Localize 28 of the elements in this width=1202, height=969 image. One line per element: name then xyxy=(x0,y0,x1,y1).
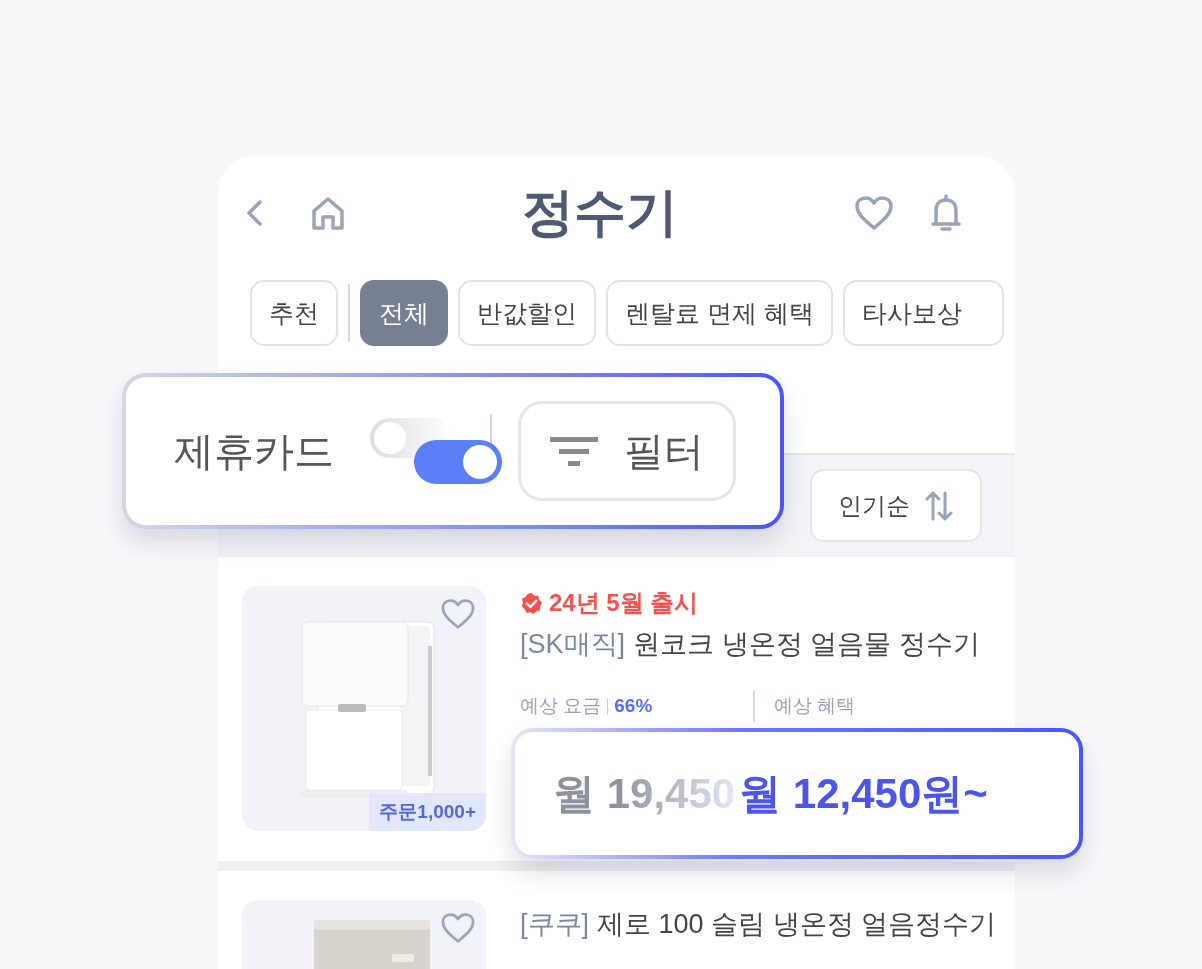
partner-card-label: 제휴카드 xyxy=(174,427,334,475)
filter-icon xyxy=(550,435,598,467)
product-name: 제로 100 슬림 냉온정 얼음정수기 xyxy=(597,908,997,941)
category-chip[interactable]: 타사보상 xyxy=(842,280,1004,346)
category-chip[interactable]: 전체 xyxy=(360,280,448,346)
heart-icon[interactable] xyxy=(854,194,894,231)
toggle-switch[interactable] xyxy=(370,418,502,484)
release-date-label: 24년 5월 출시 xyxy=(549,588,699,618)
bell-icon[interactable] xyxy=(930,192,962,233)
discount-rate: 66% xyxy=(614,695,653,717)
product-brand: [SK매직] xyxy=(520,628,626,661)
category-chip[interactable]: 추천 xyxy=(250,280,338,346)
verified-icon xyxy=(520,591,543,615)
product-name: 원코크 냉온정 얼음물 정수기 xyxy=(633,628,980,661)
heart-icon[interactable] xyxy=(440,912,476,944)
category-chip[interactable]: 반값할인 xyxy=(458,280,596,346)
fee-label: 예상 요금 xyxy=(520,694,602,718)
order-count-badge: 주문1,000+ xyxy=(369,793,486,831)
benefit-label: 예상 혜택 xyxy=(774,694,856,718)
home-icon[interactable] xyxy=(310,194,346,231)
back-icon[interactable] xyxy=(245,198,263,227)
page-title: 정수기 xyxy=(522,181,678,243)
filter-button[interactable]: 필터 xyxy=(518,401,736,501)
category-chip[interactable]: 렌탈료 면제 혜택 xyxy=(606,280,833,346)
sort-button[interactable]: 인기순 xyxy=(810,469,982,542)
heart-icon[interactable] xyxy=(440,598,476,630)
product-brand: [쿠쿠] xyxy=(520,908,589,941)
new-price: 월 12,450원~ xyxy=(739,768,988,819)
